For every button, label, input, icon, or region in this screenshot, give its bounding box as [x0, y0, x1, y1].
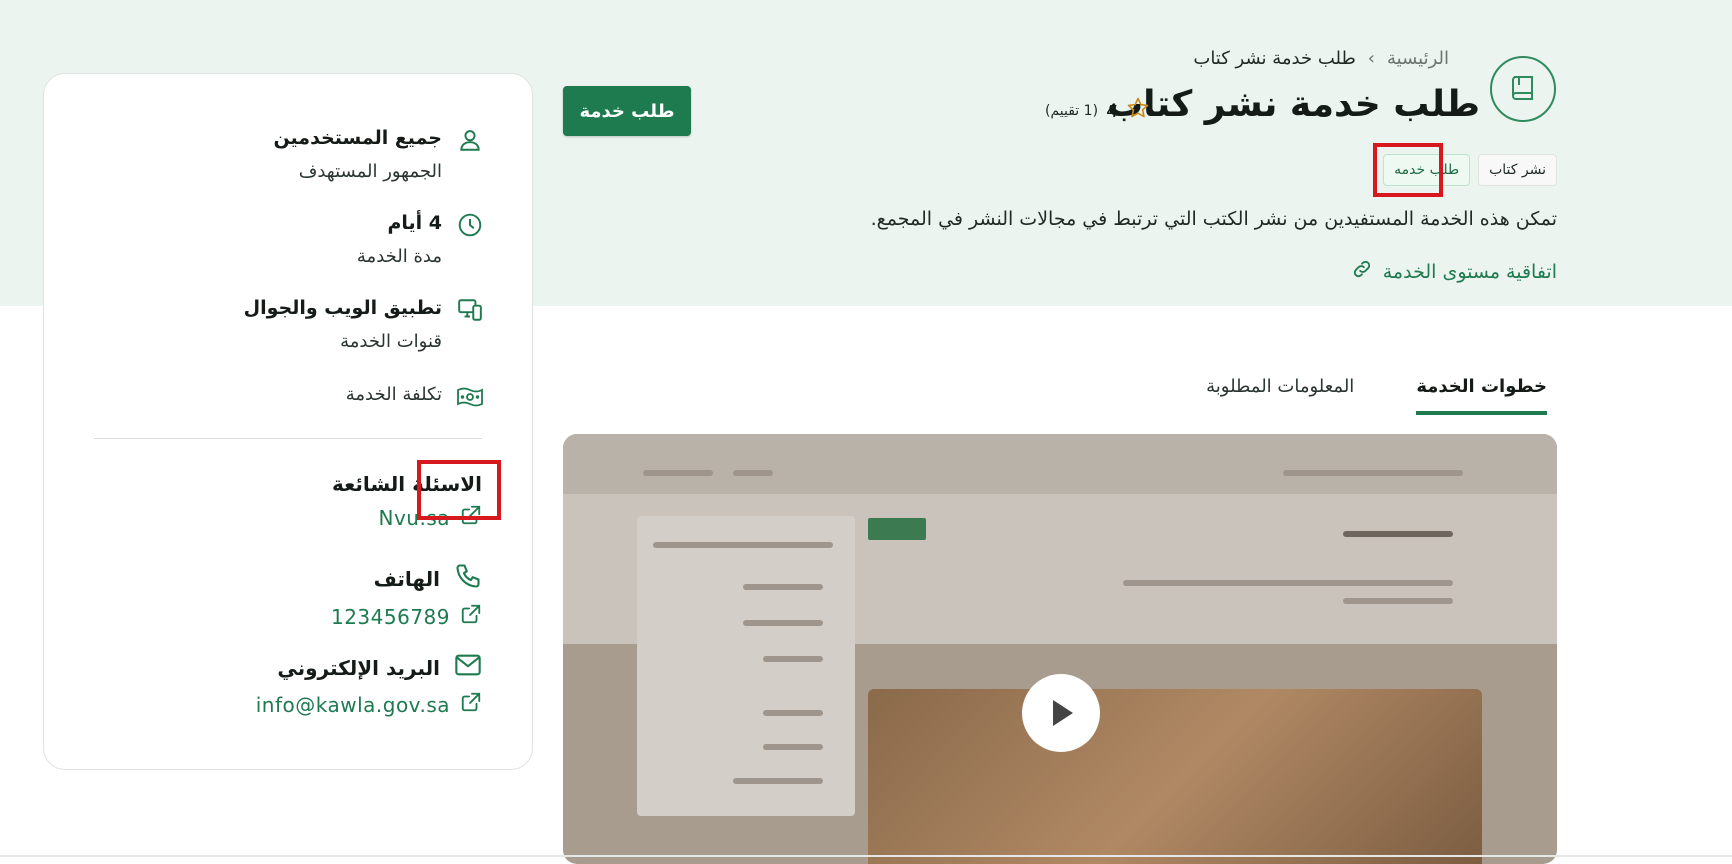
tab-required-info[interactable]: المعلومات المطلوبة — [1206, 376, 1354, 415]
channels-row: تطبيق الويب والجوال قنوات الخدمة — [244, 294, 484, 356]
video-thumbnail-line — [1123, 580, 1453, 586]
video-thumbnail-button — [868, 518, 926, 540]
video-thumbnail-line — [763, 744, 823, 750]
video-thumbnail-line — [1343, 531, 1453, 537]
phone-link-label: 123456789 — [330, 604, 450, 629]
phone-title: الهاتف — [373, 566, 440, 591]
duration-value: 4 أيام — [387, 212, 442, 234]
tag-publish-book: نشر كتاب — [1478, 154, 1557, 186]
chevron-left-icon: › — [1367, 48, 1375, 69]
sla-link-label: اتفاقية مستوى الخدمة — [1382, 260, 1557, 283]
video-thumbnail-line — [653, 542, 833, 548]
clock-icon — [456, 211, 484, 239]
rating-count: (1 تقييم) — [1045, 102, 1099, 119]
video-thumbnail-line — [763, 656, 823, 662]
play-button[interactable] — [1022, 674, 1100, 752]
video-thumbnail-line — [763, 710, 823, 716]
money-icon — [456, 383, 484, 411]
tag-service-request: طلب خدمه — [1383, 154, 1471, 186]
breadcrumb: الرئيسية › طلب خدمة نشر كتاب — [1193, 48, 1449, 69]
faq-section: الاسئلة الشائعة Nvu.sa — [332, 472, 482, 531]
audience-value: جميع المستخدمين — [273, 127, 442, 149]
phone-link[interactable]: 123456789 — [331, 603, 482, 630]
tabs: خطوات الخدمة المعلومات المطلوبة — [1206, 376, 1547, 415]
faq-link-label: Nvu.sa — [378, 505, 450, 530]
audience-row: جميع المستخدمين الجمهور المستهدف — [273, 124, 484, 186]
rating: 4 (1 تقييم) — [1045, 96, 1150, 125]
play-icon — [1053, 700, 1073, 726]
video-thumbnail-line — [1343, 598, 1453, 604]
service-info-card: جميع المستخدمين الجمهور المستهدف 4 أيام … — [43, 73, 533, 770]
email-title: البريد الإلكتروني — [277, 655, 440, 680]
duration-row: 4 أيام مدة الخدمة — [357, 209, 484, 271]
external-link-icon — [460, 504, 482, 531]
video-thumbnail-line — [743, 620, 823, 626]
breadcrumb-current: طلب خدمة نشر كتاب — [1193, 48, 1356, 69]
external-link-icon — [460, 691, 482, 718]
service-tags: نشر كتاب طلب خدمه — [1383, 154, 1557, 186]
tab-service-steps[interactable]: خطوات الخدمة — [1416, 376, 1547, 415]
video-thumbnail-sidebar — [637, 516, 855, 816]
duration-label: مدة الخدمة — [356, 246, 442, 267]
phone-icon — [454, 562, 482, 595]
request-service-button[interactable]: طلب خدمة — [563, 86, 691, 136]
service-description: تمكن هذه الخدمة المستفيدين من نشر الكتب … — [870, 208, 1557, 230]
video-thumbnail-line — [733, 778, 823, 784]
user-icon — [456, 126, 484, 154]
video-thumbnail-line — [643, 470, 713, 476]
cost-label: تكلفة الخدمة — [345, 384, 442, 405]
breadcrumb-home[interactable]: الرئيسية — [1387, 48, 1449, 69]
email-link-label: info@kawla.gov.sa — [255, 692, 450, 717]
external-link-icon — [460, 603, 482, 630]
audience-label: الجمهور المستهدف — [298, 161, 442, 182]
devices-icon — [456, 296, 484, 324]
video-thumbnail-header — [563, 434, 1557, 494]
faq-link[interactable]: Nvu.sa — [332, 504, 482, 531]
video-thumbnail-line — [1283, 470, 1463, 476]
sla-link[interactable]: اتفاقية مستوى الخدمة — [1351, 258, 1557, 285]
book-icon — [1490, 56, 1556, 122]
cost-row: تكلفة الخدمة — [346, 381, 484, 411]
channels-label: قنوات الخدمة — [340, 331, 442, 352]
service-video[interactable] — [563, 434, 1557, 864]
page-title: طلب خدمة نشر كتاب — [1106, 84, 1480, 125]
rating-value: 4 — [1106, 99, 1119, 122]
video-thumbnail-line — [743, 584, 823, 590]
video-thumbnail-line — [733, 470, 773, 476]
email-link[interactable]: info@kawla.gov.sa — [256, 691, 482, 718]
divider — [94, 438, 482, 439]
email-section: البريد الإلكتروني info@kawla.gov.sa — [256, 652, 482, 718]
star-icon[interactable] — [1126, 96, 1150, 125]
mail-icon — [454, 652, 482, 683]
link-icon — [1351, 258, 1373, 285]
video-thumbnail-content — [868, 689, 1482, 864]
channels-value: تطبيق الويب والجوال — [243, 297, 442, 319]
faq-title: الاسئلة الشائعة — [332, 472, 482, 496]
phone-section: الهاتف 123456789 — [331, 562, 482, 630]
